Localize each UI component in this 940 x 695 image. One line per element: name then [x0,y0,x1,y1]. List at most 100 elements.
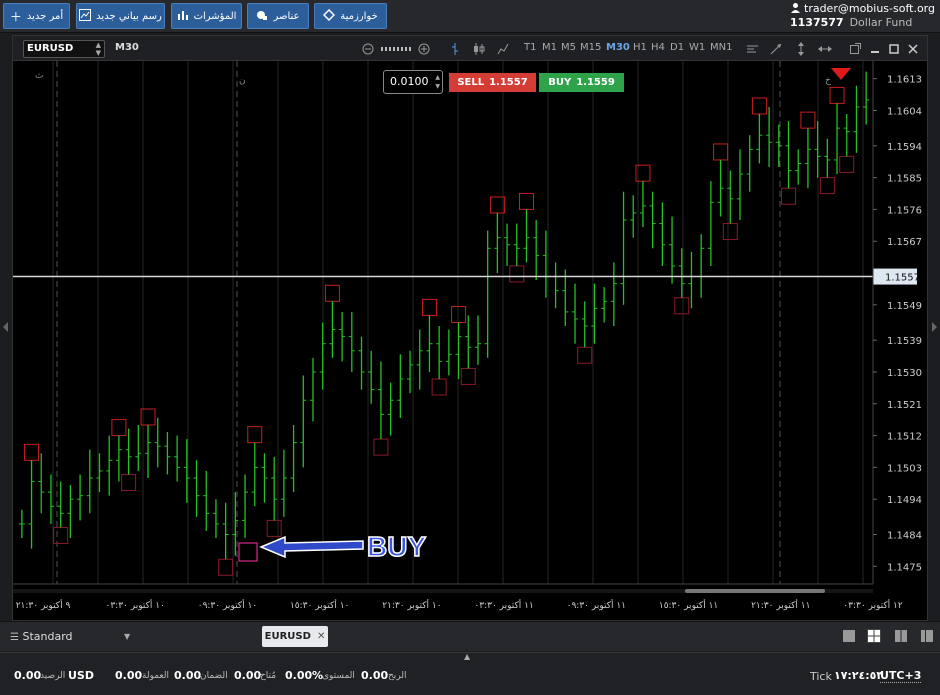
time-tick-label: ٩ أكتوبر ٢١:٣٠ [16,599,71,611]
signal-box [238,542,258,562]
fractal-box [829,86,845,104]
account-info[interactable]: trader@mobius-soft.org 1137577 Dollar Fu… [790,1,936,32]
fractal-box [121,473,137,491]
ohlc-bar [86,449,93,514]
trendline-icon[interactable] [769,40,783,57]
zoom-out-icon[interactable] [361,40,375,57]
close-tab-icon[interactable]: ✕ [317,631,325,642]
candle-chart-type-icon[interactable] [472,40,486,57]
profit-value: 0.00 [361,669,389,682]
chart-tabs-bar: ☰ Standard ▼ EURUSD ✕ [0,621,940,651]
minimize-window-icon[interactable] [868,40,881,57]
bar-chart-type-icon[interactable] [449,40,461,57]
zoom-slider[interactable] [379,40,415,57]
ohlc-bar [290,424,297,493]
timeframe-label: M30 [115,42,139,53]
tf-m5[interactable]: M5 [561,42,576,53]
account-email: trader@mobius-soft.org [804,2,935,15]
fractal-box [509,265,525,283]
ohlc-bar [746,135,753,192]
fractal-box [751,97,767,115]
symbol-select[interactable]: EURUSD ▲ ▼ [23,40,105,58]
ohlc-bar [426,315,433,372]
price-chart[interactable]: ث ن خ 1.1557 1.1613 1.1604 1.1594 1.1585 1.157… [13,61,927,621]
layout-rows-icon[interactable] [920,629,934,643]
timezone[interactable]: UTC+3 [880,669,922,683]
ohlc-bar [193,460,200,517]
detach-window-icon[interactable] [849,40,862,57]
tab-eurusd-label: EURUSD [264,631,311,642]
fractal-box [53,526,69,544]
balance-label: الرصيد [40,671,66,681]
left-collapse-handle[interactable] [0,35,12,621]
layout-select[interactable]: ☰ Standard ▼ [0,622,250,651]
ohlc-bar [77,474,84,521]
horizontal-arrows-icon[interactable] [817,40,833,57]
close-window-icon[interactable] [906,40,919,57]
ohlc-bar [853,85,860,153]
tf-h1[interactable]: H1 [633,42,647,53]
account-fund: Dollar Fund [849,16,913,29]
price-tick-label: 1.1585 [887,174,922,185]
tf-mn1[interactable]: MN1 [710,42,732,53]
time-tick-label: ١١ أكتوبر ٠٩:٣٠ [567,599,626,611]
tab-eurusd[interactable]: EURUSD ✕ [262,626,328,647]
ohlc-bar [154,417,161,468]
time-tick-label: ١٠ أكتوبر ٠٩:٣٠ [198,599,257,611]
layout-single-icon[interactable] [842,629,856,643]
tf-t1[interactable]: T1 [524,42,536,53]
tf-w1[interactable]: W1 [689,42,705,53]
ohlc-bar [164,432,171,475]
fractal-box [218,558,234,576]
buy-button[interactable]: BUY 1.1559 [539,73,624,92]
tf-m1[interactable]: M1 [542,42,557,53]
vertical-arrows-icon[interactable] [794,40,808,57]
price-axis: 1.1613 1.1604 1.1594 1.1585 1.1576 1.1567 1.15… [872,61,922,584]
objects-button[interactable]: عناصر [247,3,309,29]
marker-triangle-icon [831,68,851,80]
time-tick-label: ١٠ أكتوبر ٠٣:٣٠ [106,599,165,611]
chart-icon [79,8,92,24]
bars-icon [177,9,189,24]
time-tick-label: ١٢ أكتوبر ٠٣:٣٠ [843,599,903,611]
ohlc-bar [455,322,462,380]
stepper-icon[interactable]: ▲ ▼ [435,73,440,91]
layout-quad-icon[interactable] [867,629,881,643]
ohlc-bar [271,456,278,521]
algorithm-button[interactable]: خوارزمية [314,3,387,29]
ohlc-bar [397,354,404,418]
ohlc-bar [484,230,491,358]
tf-d1[interactable]: D1 [670,42,684,53]
new-order-button[interactable]: ＋ أمر جديد [3,3,70,29]
ohlc-bar [368,350,375,404]
tf-h4[interactable]: H4 [651,42,665,53]
tf-m15[interactable]: M15 [580,42,601,53]
sell-button[interactable]: SELL 1.1557 [449,73,536,92]
ohlc-bar [28,460,35,549]
line-chart-type-icon[interactable] [496,40,510,57]
tf-m30[interactable]: M30 [606,42,630,53]
zoom-in-icon[interactable] [417,40,431,57]
fractal-box [518,192,534,210]
horizontal-lines-icon[interactable] [745,40,759,57]
lot-size-input[interactable]: 0.0100 ▲ ▼ [383,70,443,94]
price-tick-label: 1.1613 [887,75,922,86]
layout-columns-icon[interactable] [894,629,908,643]
margin-label: الضمان [200,671,228,681]
right-collapse-handle[interactable] [928,35,940,621]
fractal-box [247,426,263,444]
indicators-button[interactable]: المؤشرات [171,3,242,29]
maximize-window-icon[interactable] [887,40,900,57]
sell-price: 1.1557 [489,77,528,88]
ohlc-bar [145,424,152,478]
new-chart-button[interactable]: رسم بياني جديد [76,3,165,29]
new-chart-label: رسم بياني جديد [96,10,162,22]
collapse-panel-icon[interactable]: ▲ [464,652,470,661]
ohlc-bar [280,449,287,517]
level-label: المستوى [322,671,355,681]
ohlc-bar [125,428,132,475]
ohlc-bar [756,114,763,164]
tick-label: Tick [810,670,832,683]
ohlc-bar [552,262,559,309]
ohlc-bar [572,283,579,344]
